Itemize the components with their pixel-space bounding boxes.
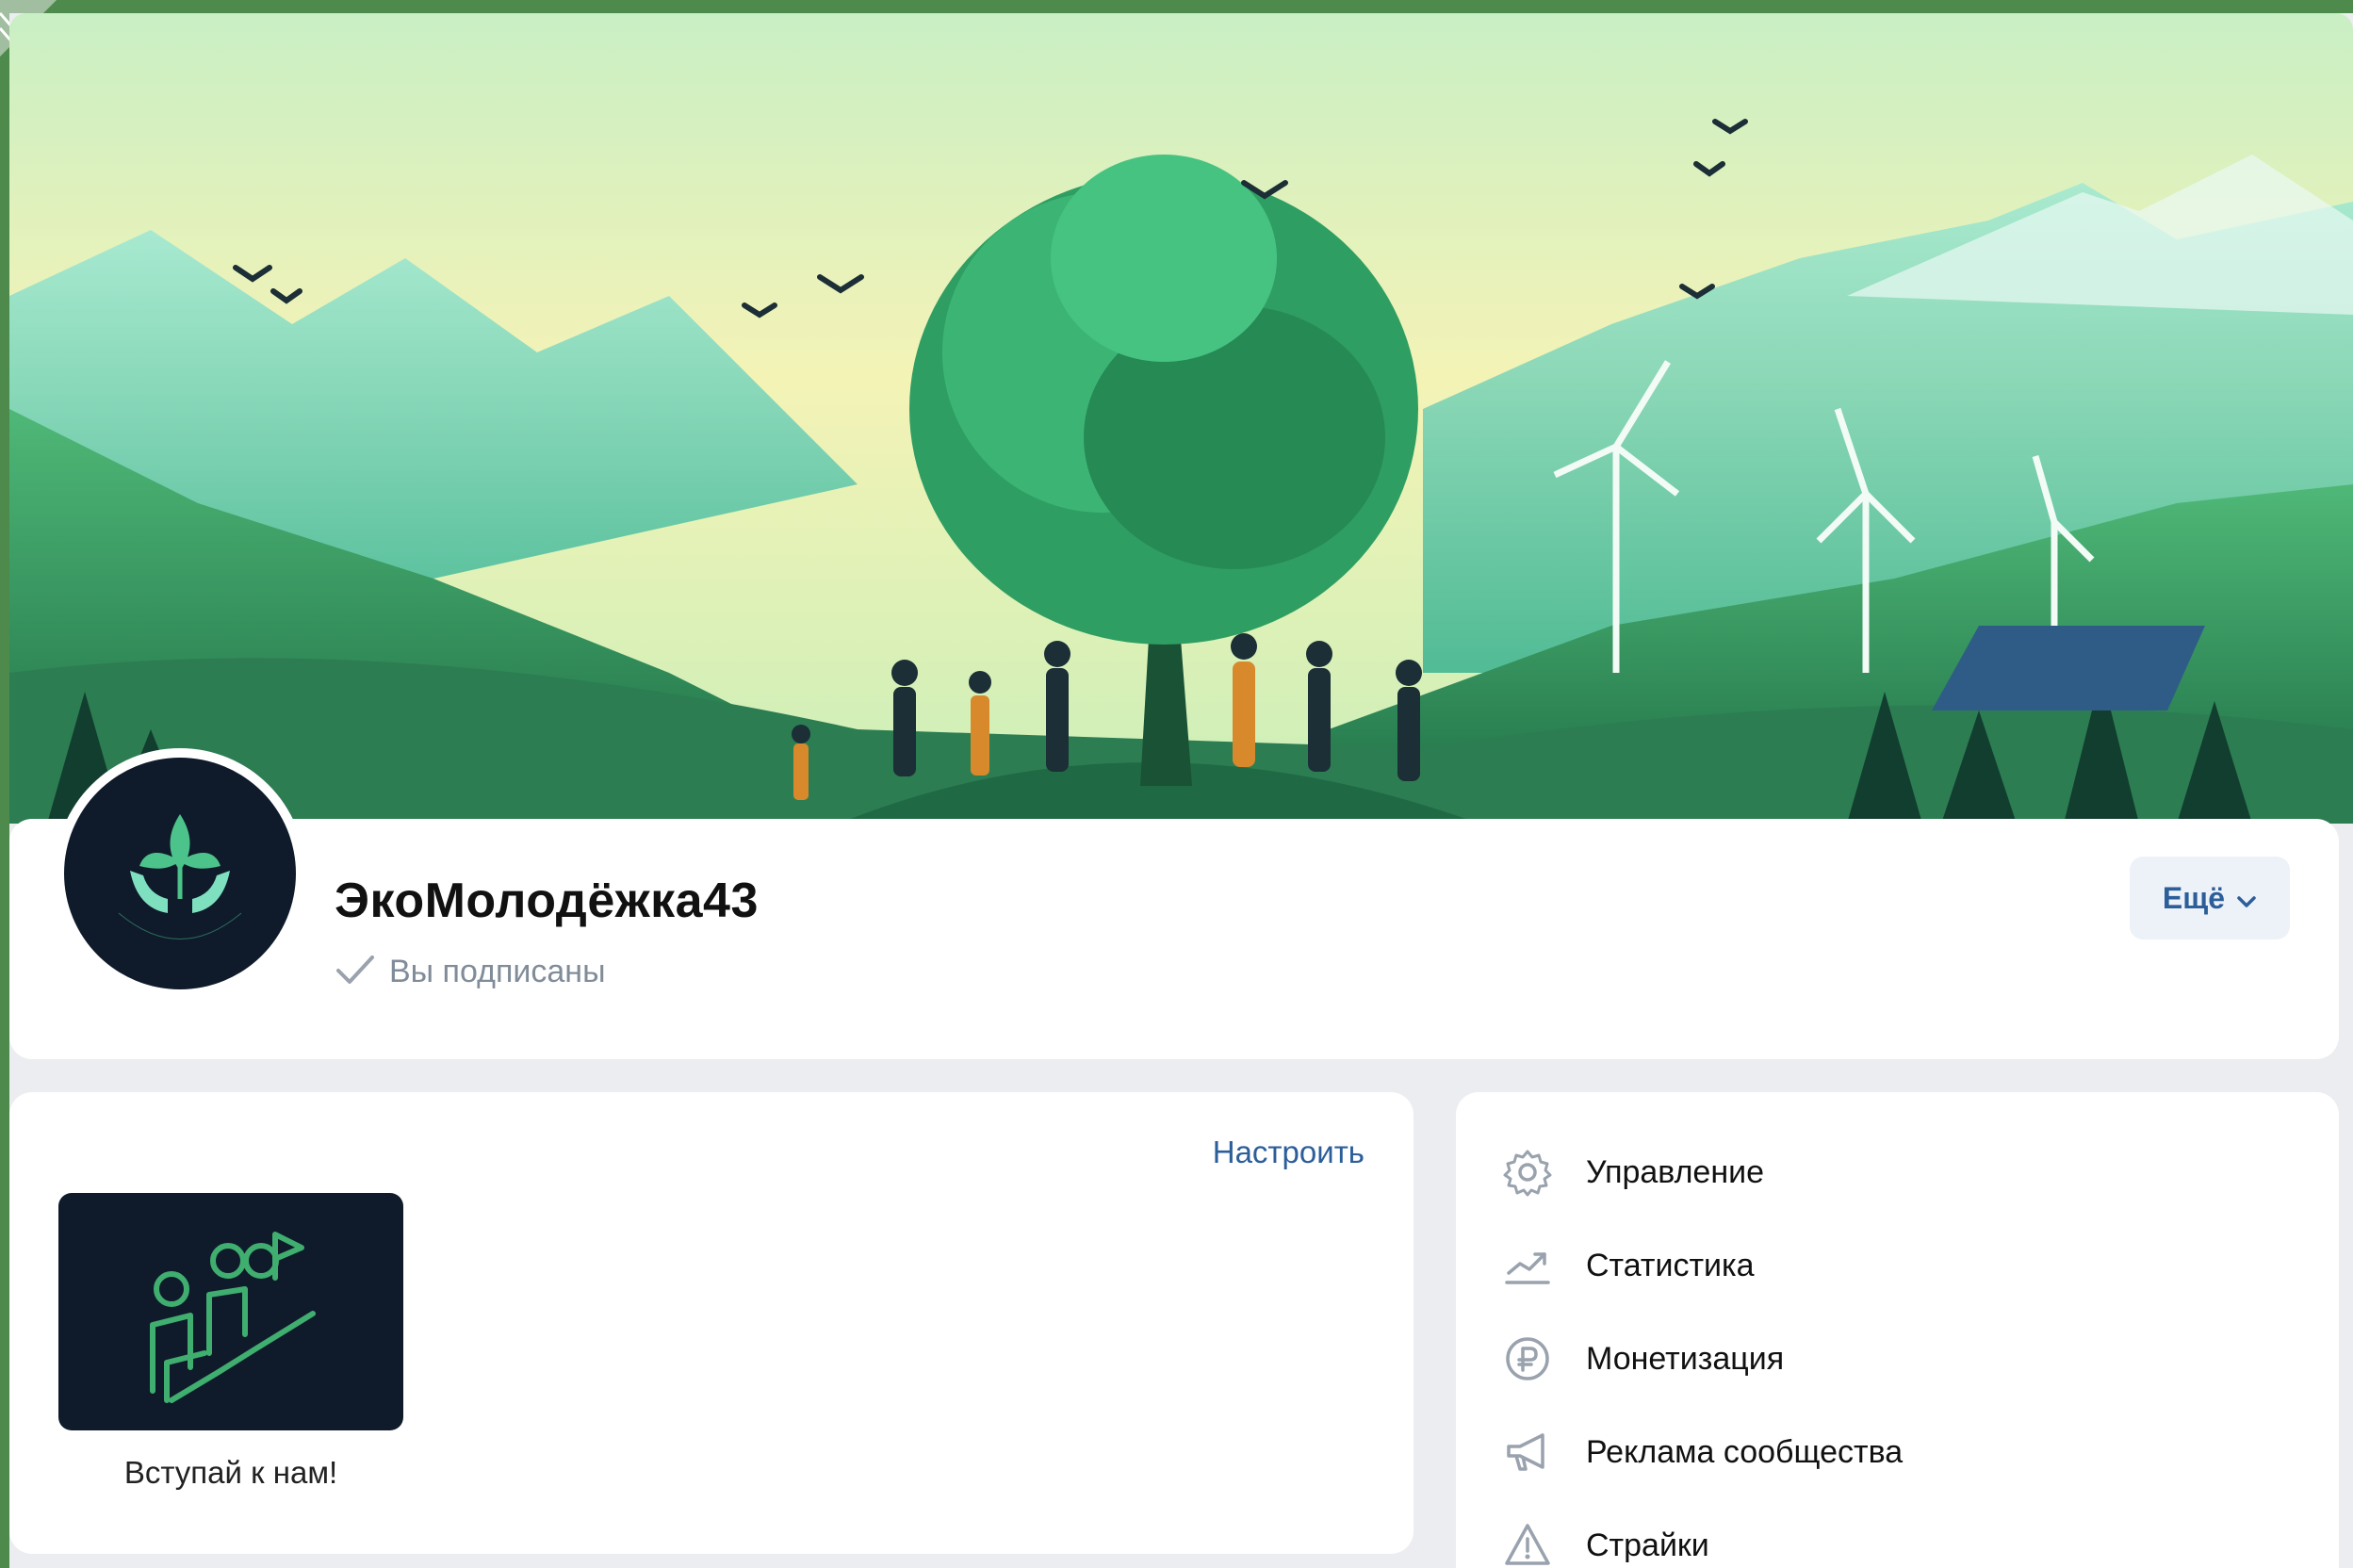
cover-image <box>9 13 2353 824</box>
menu-item-monetization[interactable]: Монетизация <box>1501 1326 1784 1392</box>
subscription-status[interactable]: Вы подписаны <box>335 954 606 990</box>
gear-icon <box>1501 1146 1554 1199</box>
more-button-label: Ещё <box>2162 880 2226 915</box>
warning-triangle-icon <box>1501 1519 1554 1568</box>
join-tile[interactable] <box>58 1193 403 1430</box>
menu-item-manage[interactable]: Управление <box>1501 1139 1764 1205</box>
menu-item-strikes[interactable]: Страйки <box>1501 1512 1709 1568</box>
ruble-coin-icon <box>1501 1332 1554 1385</box>
join-label: Вступай к нам! <box>123 1455 338 1490</box>
climbing-people-icon <box>150 1232 316 1403</box>
menu-item-label: Реклама сообщества <box>1586 1433 1904 1470</box>
menu-item-label: Управление <box>1586 1153 1765 1190</box>
admin-menu: Управление Статистика Монетизация Реклам… <box>1456 1092 2339 1568</box>
menu-item-label: Статистика <box>1586 1247 1755 1283</box>
menu-item-label: Монетизация <box>1586 1340 1785 1377</box>
megaphone-icon <box>1501 1426 1554 1478</box>
widget-card: Настроить Вступай к нам! <box>9 1092 1413 1554</box>
more-button[interactable]: Ещё <box>2130 857 2290 939</box>
check-icon <box>335 954 376 990</box>
chevron-down-icon <box>2236 881 2257 916</box>
configure-link[interactable]: Настроить <box>1213 1135 1364 1170</box>
chart-trend-icon <box>1501 1239 1554 1292</box>
community-page: ЭкоМолодёжка43 Вы подписаны Ещё Настроит… <box>9 13 2353 1568</box>
subscription-status-text: Вы подписаны <box>389 954 606 989</box>
eco-logo-icon <box>64 758 296 989</box>
menu-item-advertising[interactable]: Реклама сообщества <box>1501 1419 1903 1485</box>
profile-card <box>9 819 2339 1059</box>
avatar[interactable] <box>55 748 305 999</box>
menu-item-label: Страйки <box>1586 1527 1709 1563</box>
menu-item-statistics[interactable]: Статистика <box>1501 1233 1755 1298</box>
group-name: ЭкоМолодёжка43 <box>335 874 759 928</box>
